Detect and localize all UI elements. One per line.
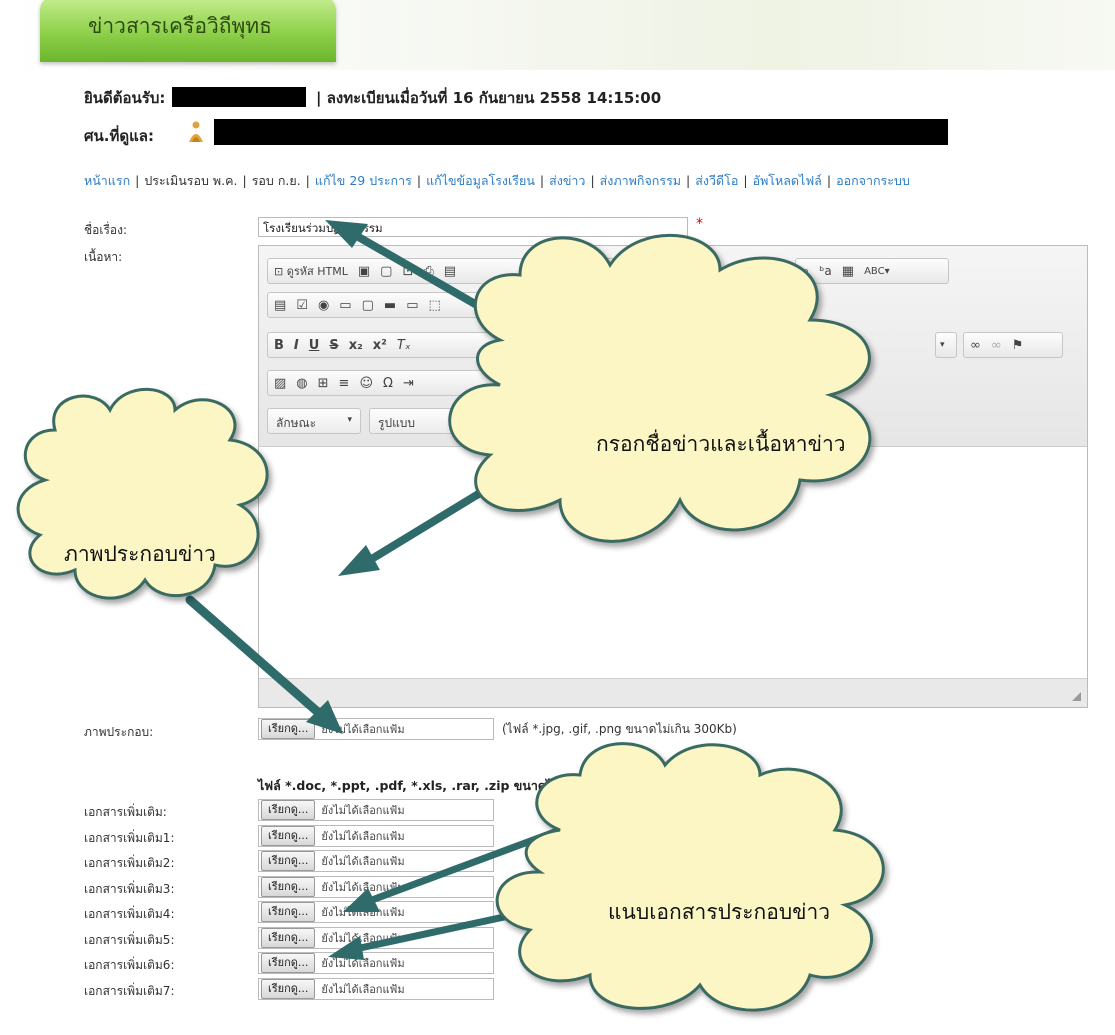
cloud-attach-docs xyxy=(495,742,885,1012)
callout-attach-docs: แนบเอกสารประกอบข่าว xyxy=(608,900,831,924)
callout-fill-news: กรอกชื่อข่าวและเนื้อหาข่าว xyxy=(596,432,846,456)
callout-overlay xyxy=(16,220,885,1012)
callout-news-image: ภาพประกอบข่าว xyxy=(64,542,216,566)
arrow-to-image-input xyxy=(185,595,343,734)
cloud-fill-news xyxy=(448,233,872,543)
